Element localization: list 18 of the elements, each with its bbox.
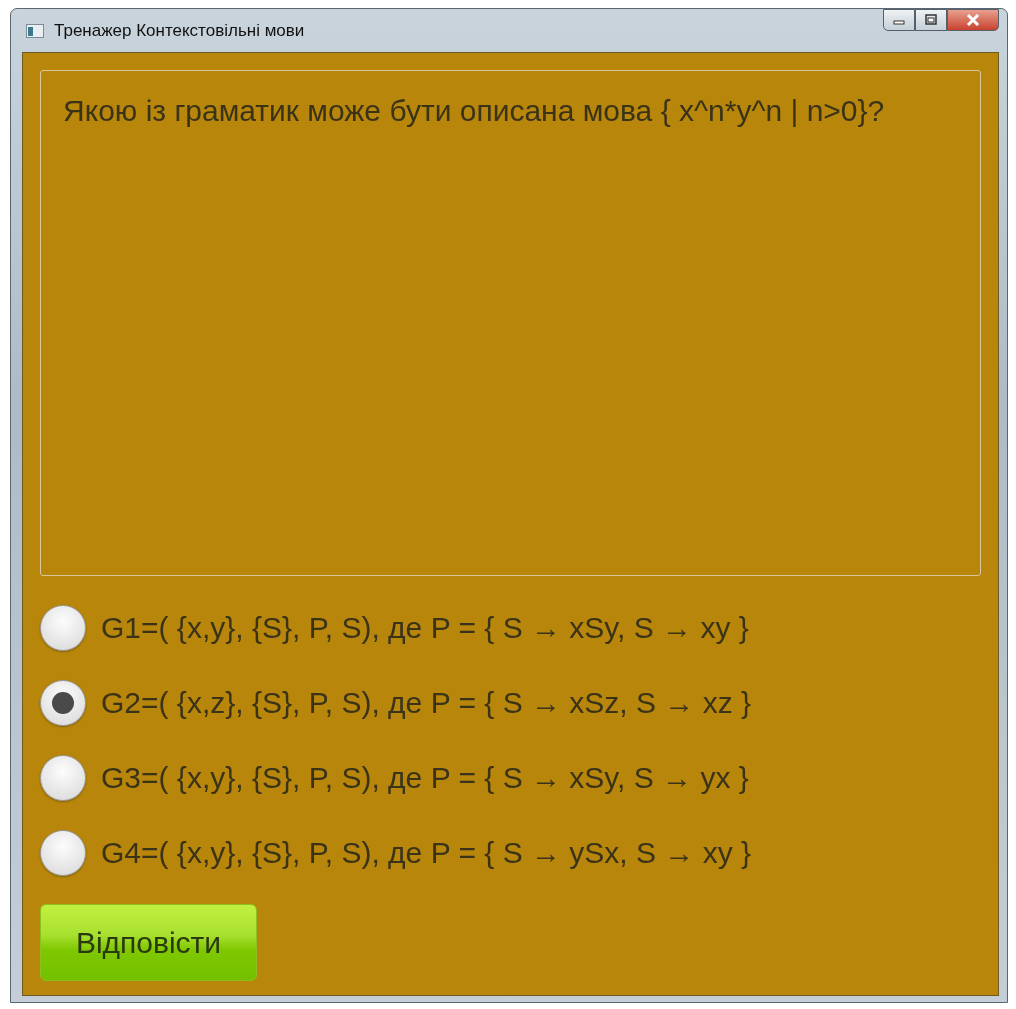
radio-button[interactable] — [40, 605, 86, 651]
radio-button[interactable] — [40, 755, 86, 801]
close-button[interactable] — [947, 9, 999, 31]
maximize-icon — [924, 14, 938, 26]
option-label[interactable]: G2=( {x,z}, {S}, P, S), де P = { S → xSz, S → xz } — [101, 686, 752, 720]
submit-button[interactable]: Відповісти — [40, 904, 257, 981]
app-icon — [26, 23, 44, 38]
option-label[interactable]: G4=( {x,y}, {S}, P, S), де P = { S → ySx, S → xy } — [101, 836, 752, 870]
maximize-button[interactable] — [915, 9, 947, 31]
close-icon — [965, 14, 981, 26]
window-title: Тренажер Контекстовільні мови — [54, 20, 305, 41]
minimize-button[interactable] — [883, 9, 915, 31]
question-text-area[interactable]: Якою із граматик може бути описана мова { x^n*y^n | n>0}? — [40, 70, 981, 576]
radio-button[interactable] — [40, 830, 86, 876]
option-label[interactable]: G1=( {x,y}, {S}, P, S), де P = { S → xSy, S → xy } — [101, 611, 749, 645]
option-label[interactable]: G3=( {x,y}, {S}, P, S), де P = { S → xSy, S → yx } — [101, 761, 749, 795]
question-text: Якою із граматик може бути описана мова { x^n*y^n | n>0}? — [63, 93, 886, 129]
radio-button[interactable] — [40, 680, 86, 726]
